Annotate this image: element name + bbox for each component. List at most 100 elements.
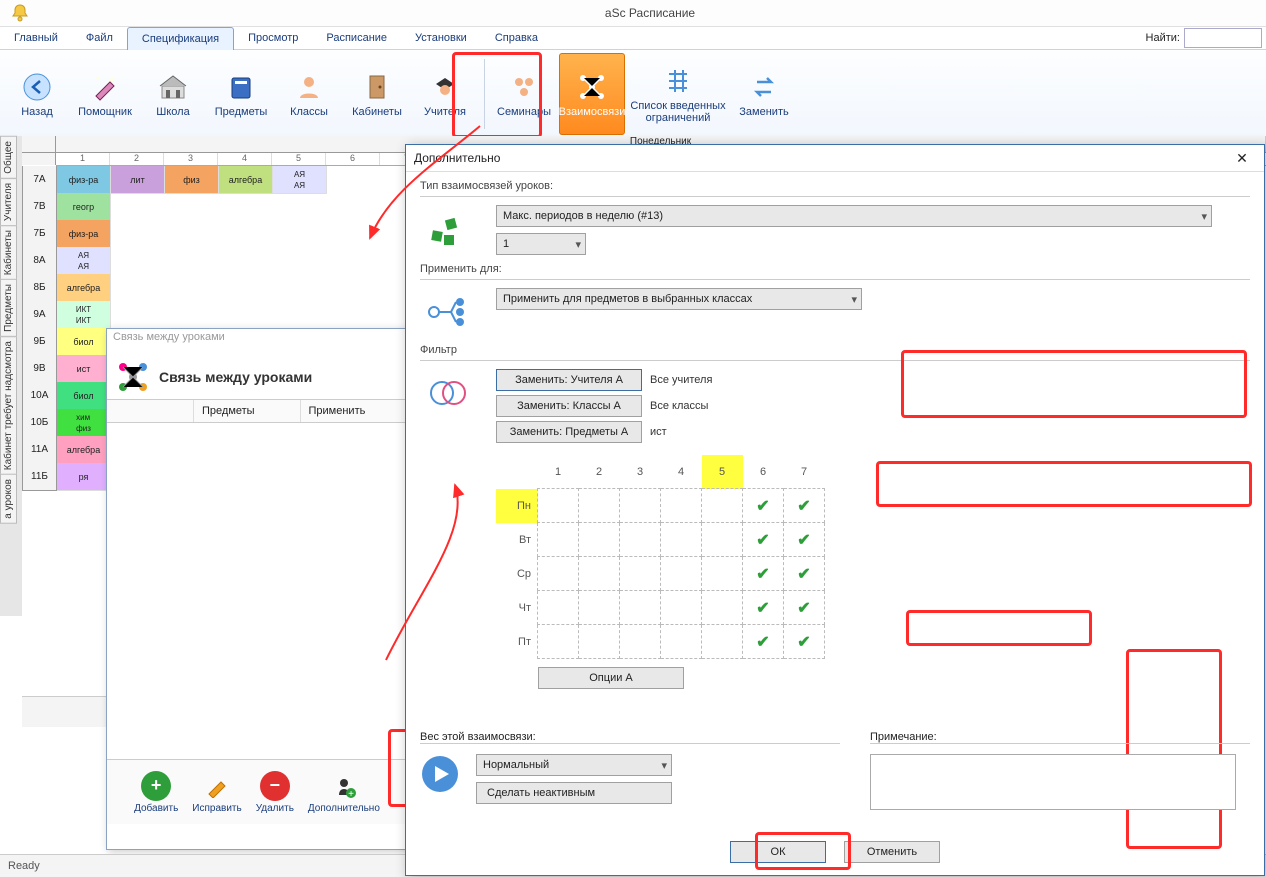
class-row-label[interactable]: 9А (22, 301, 57, 329)
lesson-cell[interactable]: химфиз (57, 409, 111, 437)
lesson-cell[interactable]: физ-ра (57, 166, 111, 194)
filter-subjects-button[interactable]: Заменить: Предметы А (496, 421, 642, 443)
type-dropdown[interactable]: Макс. периодов в неделю (#13) (496, 205, 1212, 227)
period-cell[interactable] (661, 625, 702, 659)
period-cell[interactable] (620, 489, 661, 523)
period-cell[interactable] (661, 523, 702, 557)
period-cell[interactable] (702, 591, 743, 625)
period-cell[interactable] (579, 523, 620, 557)
ribbon-wizard[interactable]: Помощник (72, 53, 138, 135)
vtab-supervision[interactable]: Кабинет требует надсмотра (0, 336, 17, 475)
period-cell[interactable] (538, 625, 579, 659)
period-cell[interactable] (702, 625, 743, 659)
period-cell[interactable]: ✔ (784, 557, 825, 591)
period-cell[interactable] (620, 591, 661, 625)
period-cell[interactable] (620, 625, 661, 659)
period-cell[interactable] (661, 557, 702, 591)
class-row-label[interactable]: 8Б (22, 274, 57, 302)
class-row-label[interactable]: 10Б (22, 409, 57, 437)
lesson-cell[interactable]: АЯАЯ (273, 166, 327, 194)
relations-list[interactable] (107, 423, 407, 759)
cancel-button[interactable]: Отменить (844, 841, 940, 863)
lesson-cell[interactable]: физ-ра (57, 220, 111, 248)
period-cell[interactable]: ✔ (743, 557, 784, 591)
class-row-label[interactable]: 9Б (22, 328, 57, 356)
period-cell[interactable]: ✔ (784, 625, 825, 659)
lesson-cell[interactable]: физ (165, 166, 219, 194)
period-cell[interactable] (661, 489, 702, 523)
tab-options[interactable]: Установки (401, 27, 481, 49)
vtab-rooms[interactable]: Кабинеты (0, 225, 17, 280)
period-cell[interactable] (620, 557, 661, 591)
tab-help[interactable]: Справка (481, 27, 552, 49)
lesson-cell[interactable]: алгебра (57, 274, 111, 302)
ribbon-replace[interactable]: Заменить (731, 53, 797, 135)
tab-main[interactable]: Главный (0, 27, 72, 49)
class-row-label[interactable]: 11Б (22, 463, 57, 491)
vtab-teachers[interactable]: Учителя (0, 178, 17, 226)
tab-view[interactable]: Просмотр (234, 27, 312, 49)
ribbon-classes[interactable]: Классы (276, 53, 342, 135)
class-row-label[interactable]: 11А (22, 436, 57, 464)
find-input[interactable] (1184, 28, 1262, 48)
ribbon-subjects[interactable]: Предметы (208, 53, 274, 135)
delete-button[interactable]: −Удалить (256, 771, 294, 814)
period-cell[interactable]: ✔ (784, 591, 825, 625)
period-cell[interactable] (661, 591, 702, 625)
period-cell[interactable]: ✔ (743, 523, 784, 557)
apply-dropdown[interactable]: Применить для предметов в выбранных клас… (496, 288, 862, 310)
period-cell[interactable]: ✔ (743, 489, 784, 523)
weight-dropdown[interactable]: Нормальный (476, 754, 672, 776)
ribbon-teachers[interactable]: Учителя (412, 53, 478, 135)
period-cell[interactable] (620, 523, 661, 557)
period-cell[interactable]: ✔ (784, 523, 825, 557)
lesson-cell[interactable]: ря (57, 463, 111, 491)
class-row-label[interactable]: 7Б (22, 220, 57, 248)
note-input[interactable] (870, 754, 1236, 810)
period-cell[interactable] (538, 591, 579, 625)
play-icon[interactable] (420, 754, 460, 794)
class-row-label[interactable]: 9В (22, 355, 57, 383)
class-row-label[interactable]: 10А (22, 382, 57, 410)
options-button[interactable]: Опции А (538, 667, 684, 689)
period-cell[interactable] (579, 591, 620, 625)
class-row-label[interactable]: 8А (22, 247, 57, 275)
col-apply[interactable]: Применить (301, 400, 408, 422)
period-cell[interactable] (538, 557, 579, 591)
tab-schedule[interactable]: Расписание (312, 27, 401, 49)
lesson-cell[interactable]: биол (57, 382, 111, 410)
ribbon-rooms[interactable]: Кабинеты (344, 53, 410, 135)
ribbon-seminars[interactable]: Семинары (491, 53, 557, 135)
add-button[interactable]: +Добавить (134, 771, 178, 814)
period-cell[interactable] (579, 489, 620, 523)
lesson-cell[interactable]: ист (57, 355, 111, 383)
period-cell[interactable] (702, 523, 743, 557)
class-row-label[interactable]: 7А (22, 166, 57, 194)
col-subjects[interactable]: Предметы (194, 400, 301, 422)
lesson-cell[interactable]: ИКТИКТ (57, 301, 111, 329)
period-cell[interactable] (538, 489, 579, 523)
period-cell[interactable]: ✔ (743, 591, 784, 625)
class-row-label[interactable]: 7В (22, 193, 57, 221)
ok-button[interactable]: ОК (730, 841, 826, 863)
count-dropdown[interactable]: 1 (496, 233, 586, 255)
inactive-button[interactable]: Сделать неактивным (476, 782, 672, 804)
edit-button[interactable]: Исправить (192, 771, 241, 814)
period-cell[interactable]: ✔ (784, 489, 825, 523)
period-cell[interactable] (579, 557, 620, 591)
ribbon-relations[interactable]: Взаимосвязи (559, 53, 625, 135)
period-cell[interactable] (538, 523, 579, 557)
lesson-cell[interactable]: геогр (57, 193, 111, 221)
period-cell[interactable] (579, 625, 620, 659)
period-cell[interactable]: ✔ (743, 625, 784, 659)
vtab-lessons[interactable]: а уроков (0, 474, 17, 524)
filter-timetable[interactable]: 1234567Пн✔✔Вт✔✔Ср✔✔Чт✔✔Пт✔✔ (496, 455, 825, 659)
lesson-cell[interactable]: алгебра (57, 436, 111, 464)
ribbon-back[interactable]: Назад (4, 53, 70, 135)
advanced-button[interactable]: +Дополнительно (308, 771, 380, 814)
lesson-cell[interactable]: АЯАЯ (57, 247, 111, 275)
vtab-subjects[interactable]: Предметы (0, 279, 17, 337)
tab-spec[interactable]: Спецификация (127, 27, 234, 50)
lesson-cell[interactable]: биол (57, 328, 111, 356)
close-icon[interactable]: ✕ (1228, 150, 1256, 167)
